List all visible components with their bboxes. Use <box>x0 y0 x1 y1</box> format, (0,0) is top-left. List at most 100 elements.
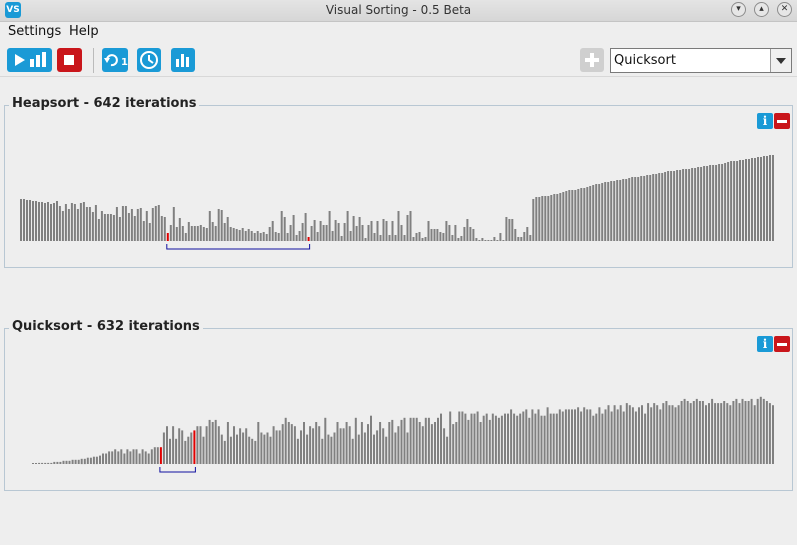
value-bar <box>550 195 553 241</box>
value-bar <box>349 231 352 241</box>
partition-range-bracket <box>166 244 311 250</box>
value-bar <box>592 415 595 464</box>
value-bar <box>35 201 37 241</box>
value-bar <box>445 221 448 241</box>
clock-icon <box>140 51 158 69</box>
value-bar <box>686 401 689 464</box>
value-bar <box>677 405 680 464</box>
value-bar <box>514 229 517 241</box>
value-bar <box>83 458 86 465</box>
minimize-icon[interactable]: ▾ <box>731 2 746 17</box>
value-bar <box>181 226 184 241</box>
value-bar <box>418 232 421 241</box>
value-bar <box>482 415 485 464</box>
value-bar <box>526 227 529 241</box>
value-bar <box>424 417 427 464</box>
value-bar <box>214 226 217 241</box>
close-icon[interactable]: ✕ <box>777 2 792 17</box>
value-bar <box>613 405 616 464</box>
value-bar <box>452 424 455 464</box>
maximize-icon[interactable]: ▴ <box>754 2 769 17</box>
play-button[interactable] <box>7 48 52 72</box>
value-bar <box>187 436 190 464</box>
value-bar <box>298 231 301 241</box>
value-bar <box>656 405 659 464</box>
value-bar <box>351 438 354 464</box>
value-bar <box>287 422 290 464</box>
value-bar <box>735 398 738 464</box>
value-bar <box>202 227 205 241</box>
value-bar <box>470 413 473 464</box>
value-bar <box>476 411 479 464</box>
value-bar <box>254 440 257 464</box>
value-bar <box>598 407 601 464</box>
value-bar <box>729 405 732 464</box>
value-bar <box>123 453 126 464</box>
value-bar <box>732 401 735 464</box>
value-bar <box>555 413 558 464</box>
value-bar <box>157 205 160 241</box>
value-bar <box>638 407 640 464</box>
value-bar <box>112 215 115 241</box>
add-algorithm-button[interactable] <box>580 48 604 72</box>
value-bar <box>262 232 265 241</box>
quicksort-bar-chart <box>32 396 774 473</box>
value-bar <box>108 451 111 464</box>
value-bar <box>156 447 159 464</box>
value-bar <box>193 226 196 241</box>
value-bar <box>286 233 289 241</box>
value-bar <box>488 419 491 464</box>
value-bar <box>220 434 223 464</box>
value-bar <box>421 426 424 464</box>
value-bar <box>348 426 351 464</box>
statistics-button[interactable] <box>171 48 195 72</box>
value-bar <box>504 413 506 464</box>
value-bar <box>100 211 103 241</box>
toolbar-separator <box>93 48 94 73</box>
value-bar <box>448 225 451 241</box>
value-bar <box>478 240 481 241</box>
value-bar <box>535 197 538 241</box>
value-bar <box>391 419 394 464</box>
value-bar <box>595 413 598 464</box>
value-bar <box>525 409 528 464</box>
value-bar <box>528 417 531 464</box>
menu-settings[interactable]: Settings <box>8 24 61 39</box>
value-bar <box>184 233 187 241</box>
algorithm-select-value: Quicksort <box>614 53 676 68</box>
value-bar <box>47 462 50 464</box>
value-bar <box>293 426 296 464</box>
value-bar <box>577 407 580 464</box>
timer-button[interactable] <box>137 48 161 72</box>
value-bar <box>641 405 643 464</box>
menu-help[interactable]: Help <box>69 24 99 39</box>
value-bar <box>241 228 244 241</box>
value-bar <box>190 226 193 241</box>
value-bar <box>753 405 756 464</box>
value-bar <box>148 223 151 241</box>
value-bar <box>517 237 520 241</box>
value-bar <box>132 449 135 464</box>
stop-button[interactable] <box>57 48 82 72</box>
value-bar <box>296 438 299 464</box>
value-bar <box>479 422 482 464</box>
value-bar <box>586 409 589 464</box>
value-bar <box>701 401 704 464</box>
step-button[interactable]: 1 <box>102 48 128 72</box>
value-bar <box>631 177 634 241</box>
algorithm-select[interactable]: Quicksort <box>610 48 792 73</box>
value-bar <box>363 432 366 464</box>
value-bar <box>574 409 576 464</box>
value-bar <box>391 221 394 241</box>
dropdown-arrow[interactable] <box>770 49 791 72</box>
play-chart-icon <box>15 52 46 67</box>
value-bar <box>762 398 765 464</box>
value-bar <box>301 223 304 241</box>
value-bar <box>300 430 302 464</box>
value-bar <box>547 196 550 241</box>
value-bar <box>64 204 67 241</box>
value-bar <box>673 171 676 241</box>
value-bar <box>94 205 97 241</box>
value-bar <box>564 409 567 464</box>
value-bar <box>409 211 412 241</box>
